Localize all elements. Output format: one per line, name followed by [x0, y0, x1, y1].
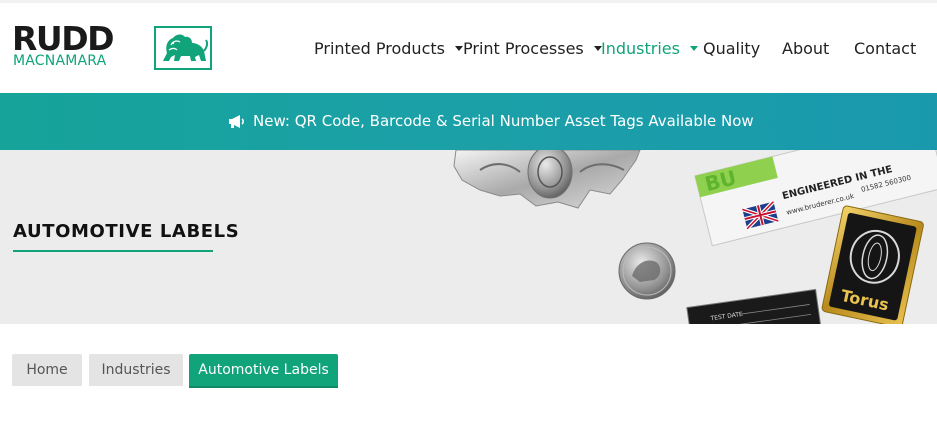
nav-label: Print Processes [463, 39, 584, 58]
megaphone-icon [229, 115, 244, 128]
nav-label: Printed Products [314, 39, 445, 58]
chevron-down-icon [689, 46, 698, 51]
breadcrumb-home[interactable]: Home [12, 354, 82, 386]
chevron-down-icon [454, 46, 463, 51]
lion-button-image [618, 242, 676, 300]
nav-industries[interactable]: Industries [601, 39, 698, 59]
hero-section: AUTOMOTIVE LABELS BU ENGINEERED IN THE w… [0, 150, 937, 324]
nav-quality[interactable]: Quality [703, 39, 760, 59]
nav-label: About [782, 39, 830, 58]
nav-about[interactable]: About [782, 39, 829, 59]
company-logo[interactable]: RUDD MACNAMARA [12, 22, 214, 72]
nav-label: Industries [601, 39, 680, 58]
crest-badge-image [453, 150, 641, 209]
site-header: RUDD MACNAMARA Printed Products Print Pr… [0, 3, 937, 93]
test-plate-image: TEST DATE [686, 288, 823, 324]
logo-wordmark-bottom: MACNAMARA [13, 53, 107, 69]
logo-wordmark-top: RUDD [12, 19, 115, 58]
breadcrumb-industries[interactable]: Industries [89, 354, 183, 386]
nav-contact[interactable]: Contact [854, 39, 916, 59]
nav-print-processes[interactable]: Print Processes [463, 39, 602, 59]
page-title: AUTOMOTIVE LABELS [13, 221, 240, 242]
nav-printed-products[interactable]: Printed Products [314, 39, 463, 59]
hero-label-collage: BU ENGINEERED IN THE www.bruderer.co.uk … [453, 150, 937, 324]
nav-label: Contact [854, 39, 917, 58]
breadcrumb-current: Automotive Labels [189, 354, 338, 388]
title-underline [13, 250, 213, 252]
announcement-text: New: QR Code, Barcode & Serial Number As… [253, 112, 754, 130]
nav-label: Quality [703, 39, 761, 58]
announcement-banner[interactable]: New: QR Code, Barcode & Serial Number As… [0, 93, 937, 150]
torus-badge-image: Torus [821, 205, 924, 324]
lion-icon [154, 26, 212, 70]
